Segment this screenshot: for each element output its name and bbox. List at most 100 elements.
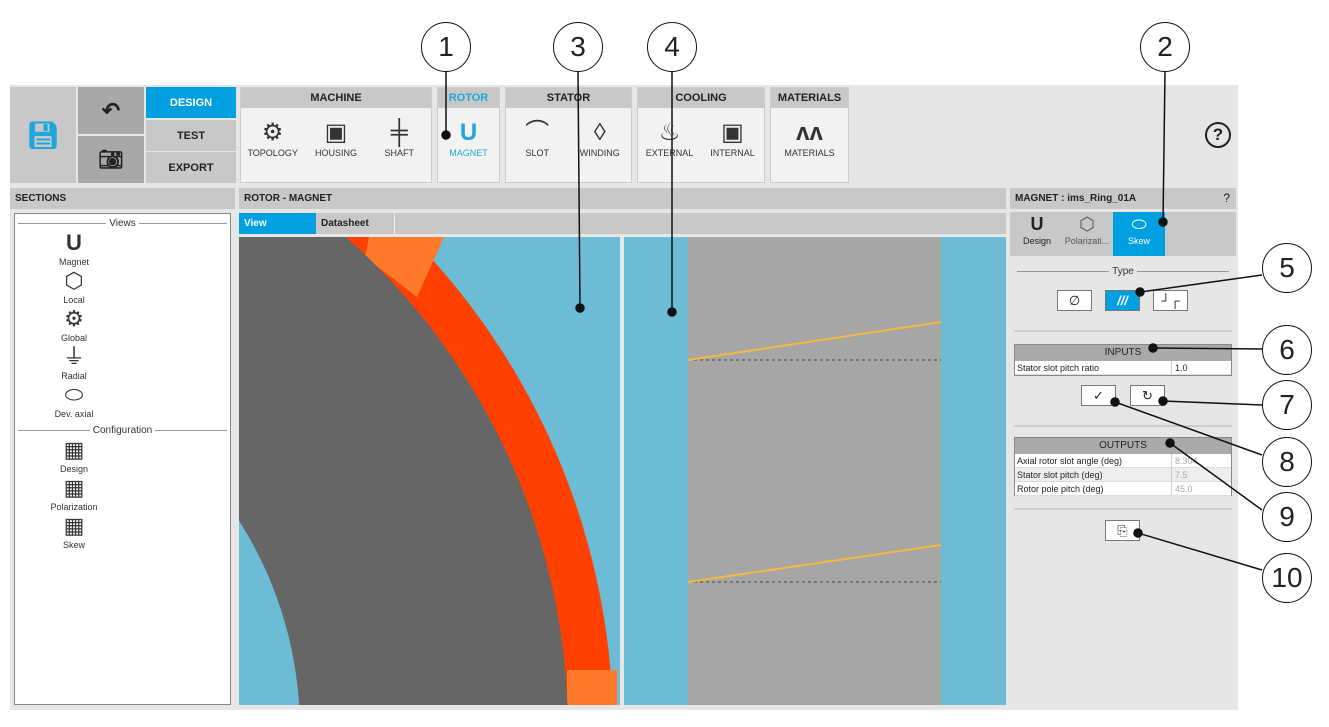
inputs-table: INPUTS Stator slot pitch ratio 1.0: [1014, 344, 1232, 376]
slot-button[interactable]: ⌒ SLOT: [507, 118, 567, 158]
divider: [1014, 508, 1232, 510]
inputs-header: INPUTS: [1015, 345, 1231, 361]
shaft-button[interactable]: ╪ SHAFT: [369, 118, 429, 158]
callout-7: 7: [1262, 380, 1312, 430]
group-title: MATERIALS: [771, 88, 848, 108]
type-legend: Type: [1014, 266, 1232, 277]
group-title: STATOR: [506, 88, 631, 108]
cylinder-icon: ⬭: [64, 382, 84, 407]
label: Magnet: [58, 257, 90, 267]
gear-icon: ⚙: [64, 306, 84, 331]
skew-none-button[interactable]: ∅: [1057, 290, 1092, 311]
section-local[interactable]: ⬡ Local: [19, 267, 129, 305]
save-button[interactable]: 💾︎: [10, 87, 76, 183]
label: TOPOLOGY: [247, 148, 298, 158]
sections-panel: Views U Magnet ⬡ Local ⚙ Global ⏚ Radial ⬭ De…: [14, 213, 231, 705]
callout-2: 2: [1140, 22, 1190, 72]
callout-6: 6: [1262, 325, 1312, 375]
label: Polarizati...: [1064, 236, 1110, 246]
gear-icon: ⚙: [261, 119, 284, 146]
internal-cooling-icon: ▣: [721, 119, 744, 146]
winding-button[interactable]: ◊ WINDING: [570, 118, 630, 158]
materials-icon: ʌʌ: [796, 119, 823, 146]
label: Design: [59, 464, 88, 474]
internal-cooling-button[interactable]: ▣ INTERNAL: [703, 118, 763, 158]
section-config-design[interactable]: ▦ Design: [19, 436, 129, 474]
tab-test[interactable]: TEST: [146, 120, 236, 151]
label: Skew: [62, 540, 85, 550]
tab-design[interactable]: U Design: [1012, 212, 1062, 256]
group-title: ROTOR: [438, 88, 499, 108]
skew-step-button[interactable]: ┘┌: [1153, 290, 1188, 311]
housing-button[interactable]: ▣ HOUSING: [306, 118, 366, 158]
cylinder-icon: ⬭: [1131, 214, 1147, 234]
cooling-group: COOLING ♨ EXTERNAL ▣ INTERNAL: [637, 87, 765, 183]
external-cooling-button[interactable]: ♨ EXTERNAL: [640, 118, 700, 158]
sections-header: SECTIONS: [10, 188, 235, 209]
materials-button[interactable]: ʌʌ MATERIALS: [780, 118, 840, 158]
axial-view[interactable]: [624, 237, 1006, 705]
section-global[interactable]: ⚙ Global: [19, 305, 129, 343]
section-dev-axial[interactable]: ⬭ Dev. axial: [19, 381, 129, 419]
callout-3: 3: [553, 22, 603, 72]
export-button[interactable]: ⎘: [1105, 520, 1140, 541]
group-title: MACHINE: [241, 88, 431, 108]
hexagon-icon: ⬡: [1079, 214, 1095, 234]
undo-button[interactable]: ↶: [78, 87, 144, 134]
magnet-band: [688, 237, 941, 705]
help-button[interactable]: ?: [1205, 122, 1231, 148]
label: Global: [60, 333, 87, 343]
right-header: MAGNET : ims_Ring_01A?: [1010, 188, 1236, 209]
magnet-icon: U: [1030, 214, 1044, 234]
check-icon: ✓: [1093, 387, 1104, 403]
configuration-legend: Configuration: [15, 425, 230, 436]
table-icon: ▦: [63, 475, 85, 500]
section-config-skew[interactable]: ▦ Skew: [19, 512, 129, 550]
label: MATERIALS: [784, 148, 835, 158]
heat-icon: ♨: [658, 119, 681, 146]
tab-design[interactable]: DESIGN: [146, 87, 236, 118]
section-radial[interactable]: ⏚ Radial: [19, 343, 129, 381]
label: WINDING: [579, 148, 620, 158]
output-value: 45.0: [1171, 482, 1231, 495]
help-button[interactable]: ?: [1223, 188, 1230, 209]
label: EXTERNAL: [645, 148, 694, 158]
topology-button[interactable]: ⚙ TOPOLOGY: [243, 118, 303, 158]
none-icon: ∅: [1068, 292, 1081, 308]
save-icon: 💾︎: [26, 119, 60, 150]
apply-button[interactable]: ✓: [1081, 385, 1116, 406]
camera-icon: 📷︎: [98, 149, 124, 171]
materials-group: MATERIALS ʌʌ MATERIALS: [770, 87, 849, 183]
table-icon: ▦: [63, 437, 85, 462]
section-config-polarization[interactable]: ▦ Polarization: [19, 474, 129, 512]
output-row: Axial rotor slot angle (deg) 8.304: [1015, 454, 1231, 468]
output-row: Rotor pole pitch (deg) 45.0: [1015, 482, 1231, 496]
tab-skew[interactable]: ⬭ Skew: [1113, 212, 1165, 256]
views-legend: Views: [15, 218, 230, 229]
label: SHAFT: [384, 148, 415, 158]
label: MAGNET: [449, 148, 488, 158]
radial-view[interactable]: [239, 237, 620, 705]
housing-icon: ▣: [324, 119, 348, 146]
magnet-button[interactable]: U MAGNET: [439, 118, 499, 158]
callout-8: 8: [1262, 437, 1312, 487]
group-title: COOLING: [638, 88, 764, 108]
callout-4: 4: [647, 22, 697, 72]
tab-view[interactable]: View: [239, 213, 316, 234]
label: Dev. axial: [54, 409, 94, 419]
skew-linear-button[interactable]: ///: [1105, 290, 1140, 311]
callout-1: 1: [421, 22, 471, 72]
label: SLOT: [525, 148, 549, 158]
output-label: Stator slot pitch (deg): [1017, 470, 1103, 480]
tab-datasheet[interactable]: Datasheet: [316, 213, 395, 234]
section-magnet[interactable]: U Magnet: [19, 229, 129, 267]
reset-button[interactable]: ↻: [1130, 385, 1165, 406]
tab-polarization[interactable]: ⬡ Polarizati...: [1062, 212, 1112, 256]
output-value: 8.304: [1171, 454, 1231, 467]
stator-slot-pitch-ratio-input[interactable]: 1.0: [1171, 361, 1231, 374]
outputs-header: OUTPUTS: [1015, 438, 1231, 454]
screenshot-button[interactable]: 📷︎: [78, 136, 144, 183]
tab-export[interactable]: EXPORT: [146, 152, 236, 183]
label: Skew: [1127, 236, 1150, 246]
label: Design: [1022, 236, 1051, 246]
